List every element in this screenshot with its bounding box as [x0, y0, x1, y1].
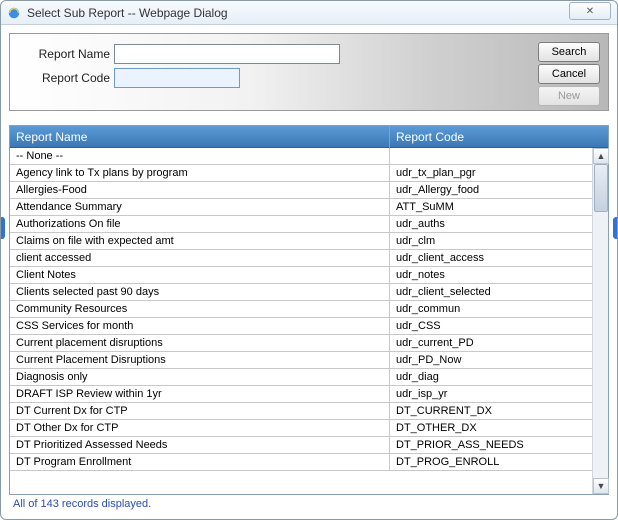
- table-row[interactable]: Client Notesudr_notes: [10, 267, 592, 284]
- cell-report-code: DT_CURRENT_DX: [390, 403, 592, 419]
- cell-report-code: udr_Allergy_food: [390, 182, 592, 198]
- table-row[interactable]: Authorizations On fileudr_auths: [10, 216, 592, 233]
- table-row[interactable]: DT Prioritized Assessed NeedsDT_PRIOR_AS…: [10, 437, 592, 454]
- dialog-window: Select Sub Report -- Webpage Dialog ✕ Re…: [0, 0, 618, 520]
- table-row[interactable]: -- None --: [10, 148, 592, 165]
- cell-report-name: Client Notes: [10, 267, 390, 283]
- close-button[interactable]: ✕: [569, 2, 611, 20]
- cell-report-code: DT_OTHER_DX: [390, 420, 592, 436]
- field-row-name: Report Name: [18, 44, 340, 64]
- table-row[interactable]: Current Placement Disruptionsudr_PD_Now: [10, 352, 592, 369]
- cell-report-name: DT Current Dx for CTP: [10, 403, 390, 419]
- table-row[interactable]: Current placement disruptionsudr_current…: [10, 335, 592, 352]
- table-row[interactable]: Attendance SummaryATT_SuMM: [10, 199, 592, 216]
- table-row[interactable]: CSS Services for monthudr_CSS: [10, 318, 592, 335]
- cell-report-name: Agency link to Tx plans by program: [10, 165, 390, 181]
- cell-report-code: ATT_SuMM: [390, 199, 592, 215]
- table-row[interactable]: Claims on file with expected amtudr_clm: [10, 233, 592, 250]
- scroll-down-arrow-icon[interactable]: ▼: [593, 478, 609, 494]
- cell-report-name: DT Prioritized Assessed Needs: [10, 437, 390, 453]
- table-row[interactable]: Community Resourcesudr_commun: [10, 301, 592, 318]
- cell-report-name: client accessed: [10, 250, 390, 266]
- cell-report-code: udr_clm: [390, 233, 592, 249]
- cell-report-code: udr_client_access: [390, 250, 592, 266]
- cell-report-code: udr_current_PD: [390, 335, 592, 351]
- cell-report-code: udr_commun: [390, 301, 592, 317]
- content-area: Report Name Report Code Search Cancel Ne…: [1, 25, 617, 519]
- table-row[interactable]: client accessedudr_client_access: [10, 250, 592, 267]
- cell-report-name: -- None --: [10, 148, 390, 164]
- table-row[interactable]: Allergies-Foodudr_Allergy_food: [10, 182, 592, 199]
- new-button: New: [538, 86, 600, 106]
- cell-report-name: Current placement disruptions: [10, 335, 390, 351]
- cell-report-code: udr_isp_yr: [390, 386, 592, 402]
- cell-report-name: Clients selected past 90 days: [10, 284, 390, 300]
- table-body-wrap: -- None --Agency link to Tx plans by pro…: [10, 148, 608, 494]
- cell-report-code: udr_client_selected: [390, 284, 592, 300]
- scroll-thumb[interactable]: [594, 164, 608, 212]
- table-row[interactable]: Agency link to Tx plans by programudr_tx…: [10, 165, 592, 182]
- button-column: Search Cancel New: [538, 42, 600, 106]
- results-table: Report Name Report Code -- None --Agency…: [9, 125, 609, 495]
- table-body: -- None --Agency link to Tx plans by pro…: [10, 148, 592, 494]
- cancel-button[interactable]: Cancel: [538, 64, 600, 84]
- status-bar: All of 143 records displayed.: [9, 495, 609, 515]
- cell-report-name: Diagnosis only: [10, 369, 390, 385]
- scroll-up-arrow-icon[interactable]: ▲: [593, 148, 609, 164]
- table-row[interactable]: Diagnosis onlyudr_diag: [10, 369, 592, 386]
- field-row-code: Report Code: [18, 68, 240, 88]
- cell-report-code: udr_tx_plan_pgr: [390, 165, 592, 181]
- cell-report-code: [390, 148, 592, 164]
- cell-report-name: Current Placement Disruptions: [10, 352, 390, 368]
- ie-icon: [7, 6, 21, 20]
- report-name-input[interactable]: [114, 44, 340, 64]
- close-icon: ✕: [586, 6, 594, 17]
- search-panel: Report Name Report Code Search Cancel Ne…: [9, 33, 609, 111]
- vertical-scrollbar[interactable]: ▲ ▼: [592, 148, 608, 494]
- search-button[interactable]: Search: [538, 42, 600, 62]
- cell-report-code: udr_auths: [390, 216, 592, 232]
- table-row[interactable]: Clients selected past 90 daysudr_client_…: [10, 284, 592, 301]
- cell-report-code: udr_diag: [390, 369, 592, 385]
- cell-report-name: DT Other Dx for CTP: [10, 420, 390, 436]
- cell-report-name: DT Program Enrollment: [10, 454, 390, 470]
- column-header-name[interactable]: Report Name: [10, 126, 390, 148]
- label-report-name: Report Name: [18, 47, 114, 61]
- cell-report-name: Allergies-Food: [10, 182, 390, 198]
- cell-report-name: Claims on file with expected amt: [10, 233, 390, 249]
- report-code-input[interactable]: [114, 68, 240, 88]
- table-row[interactable]: DT Current Dx for CTPDT_CURRENT_DX: [10, 403, 592, 420]
- cell-report-code: udr_CSS: [390, 318, 592, 334]
- cell-report-name: Authorizations On file: [10, 216, 390, 232]
- titlebar: Select Sub Report -- Webpage Dialog ✕: [1, 1, 617, 25]
- cell-report-name: Community Resources: [10, 301, 390, 317]
- cell-report-code: udr_notes: [390, 267, 592, 283]
- cell-report-name: CSS Services for month: [10, 318, 390, 334]
- table-row[interactable]: DRAFT ISP Review within 1yrudr_isp_yr: [10, 386, 592, 403]
- label-report-code: Report Code: [18, 71, 114, 85]
- table-row[interactable]: DT Program EnrollmentDT_PROG_ENROLL: [10, 454, 592, 471]
- cell-report-name: DRAFT ISP Review within 1yr: [10, 386, 390, 402]
- cell-report-code: DT_PRIOR_ASS_NEEDS: [390, 437, 592, 453]
- column-header-code[interactable]: Report Code: [390, 126, 592, 148]
- cell-report-name: Attendance Summary: [10, 199, 390, 215]
- cell-report-code: udr_PD_Now: [390, 352, 592, 368]
- window-title: Select Sub Report -- Webpage Dialog: [27, 6, 228, 20]
- table-header: Report Name Report Code: [10, 126, 608, 148]
- table-row[interactable]: DT Other Dx for CTPDT_OTHER_DX: [10, 420, 592, 437]
- cell-report-code: DT_PROG_ENROLL: [390, 454, 592, 470]
